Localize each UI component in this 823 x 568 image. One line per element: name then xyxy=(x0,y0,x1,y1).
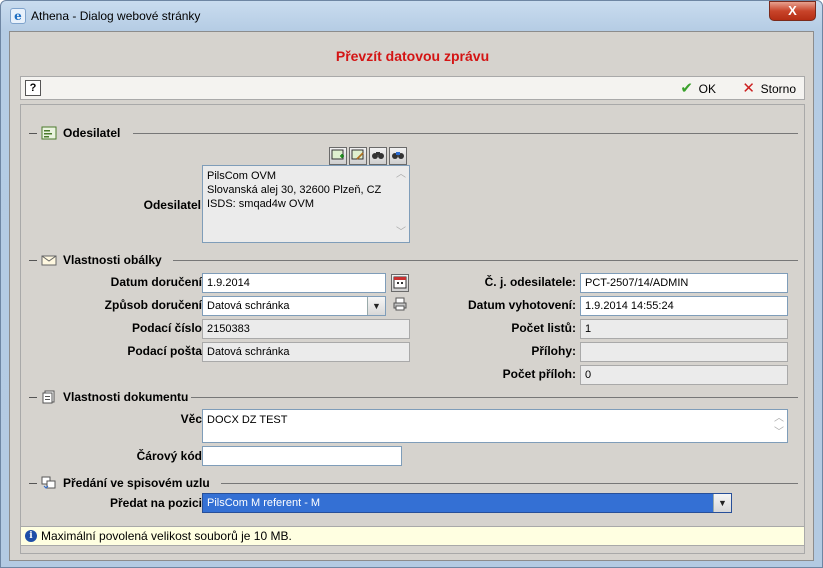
form-panel: Odesilatel Odesilatel: PilsCom OVM Slova… xyxy=(20,104,805,554)
podaci-posta-label: Podací pošta: xyxy=(127,344,206,358)
section-dokument: Vlastnosti dokumentu xyxy=(29,389,188,405)
section-predani: Předání ve spisovém uzlu xyxy=(29,475,210,491)
envelope-icon xyxy=(41,255,57,266)
dialog-window: e Athena - Dialog webové stránky X Převz… xyxy=(0,0,823,568)
vec-label: Věc: xyxy=(180,412,206,426)
zpusob-doruceni-label: Způsob doručení: xyxy=(104,298,206,312)
section-odesilatel-heading: Odesilatel xyxy=(63,126,121,140)
predat-select[interactable]: PilsCom M referent - M ▼ xyxy=(202,493,732,513)
section-obalka-heading: Vlastnosti obálky xyxy=(63,253,162,267)
title-bar[interactable]: e Athena - Dialog webové stránky X xyxy=(1,1,822,31)
sender-icon xyxy=(41,126,57,140)
page-title: Převzít datovou zprávu xyxy=(335,48,490,64)
section-dokument-heading: Vlastnosti dokumentu xyxy=(63,390,189,404)
toolbar: ? ✔ OK ✕ Storno xyxy=(20,76,805,100)
cj-odesilatele-input[interactable]: PCT-2507/14/ADMIN xyxy=(580,273,788,293)
vec-textarea[interactable]: DOCX DZ TEST ︿ ﹀ xyxy=(202,409,788,443)
info-icon: i xyxy=(25,530,37,542)
section-divider xyxy=(191,397,798,398)
pocet-listu-field[interactable]: 1 xyxy=(580,319,788,339)
prilohy-label: Přílohy: xyxy=(531,344,576,358)
predat-value: PilsCom M referent - M xyxy=(207,497,321,509)
window-title: Athena - Dialog webové stránky xyxy=(31,9,201,23)
info-bar: i Maximální povolená velikost souborů je… xyxy=(20,526,805,546)
chevron-down-icon[interactable]: ▼ xyxy=(367,297,385,315)
browser-icon: e xyxy=(10,8,26,24)
prilohy-field[interactable] xyxy=(580,342,788,362)
textarea-scrollbar[interactable]: ︿ ﹀ xyxy=(395,168,407,240)
check-icon: ✔ xyxy=(680,80,693,97)
calendar-button[interactable] xyxy=(391,274,409,292)
add-sender-button[interactable] xyxy=(329,147,347,165)
textarea-scrollbar[interactable]: ︿ ﹀ xyxy=(773,412,785,440)
datum-vyhotoveni-label: Datum vyhotovení: xyxy=(467,298,576,312)
dialog-client: Převzít datovou zprávu ? ✔ OK ✕ Storno Ode… xyxy=(9,31,814,561)
zpusob-doruceni-select[interactable]: Datová schránka ▼ xyxy=(202,296,386,316)
print-icon[interactable] xyxy=(391,297,409,315)
sender-line: PilsCom OVM xyxy=(207,170,277,182)
datum-doruceni-input[interactable]: 1.9.2014 xyxy=(202,273,386,293)
podaci-posta-field[interactable]: Datová schránka xyxy=(202,342,410,362)
ok-label: OK xyxy=(698,82,716,96)
help-icon[interactable]: ? xyxy=(25,80,41,96)
carovy-kod-label: Čárový kód: xyxy=(136,449,206,463)
storno-label: Storno xyxy=(760,82,796,96)
cross-icon: ✕ xyxy=(742,80,755,97)
section-divider xyxy=(133,133,798,134)
carovy-kod-input[interactable] xyxy=(202,446,402,466)
sender-label: Odesilatel: xyxy=(143,198,205,212)
section-divider xyxy=(221,483,798,484)
sender-line: ISDS: smqad4w OVM xyxy=(207,198,314,210)
vec-value: DOCX DZ TEST xyxy=(207,414,288,426)
pocet-priloh-label: Počet příloh: xyxy=(502,367,576,381)
datum-vyhotoveni-input[interactable]: 1.9.2014 14:55:24 xyxy=(580,296,788,316)
predat-label: Předat na pozici: xyxy=(109,496,206,510)
datum-doruceni-label: Datum doručení: xyxy=(110,275,206,289)
cj-odesilatele-label: Č. j. odesilatele: xyxy=(484,275,576,289)
sender-textarea[interactable]: PilsCom OVM Slovanská alej 30, 32600 Plz… xyxy=(202,165,410,243)
ok-button[interactable]: ✔ OK xyxy=(679,80,716,98)
info-text: Maximální povolená velikost souborů je 1… xyxy=(41,529,292,543)
podaci-cislo-field[interactable]: 2150383 xyxy=(202,319,410,339)
handover-icon xyxy=(41,476,56,489)
pocet-priloh-field[interactable]: 0 xyxy=(580,365,788,385)
edit-sender-button[interactable] xyxy=(349,147,367,165)
window-close-button[interactable]: X xyxy=(769,1,816,21)
storno-button[interactable]: ✕ Storno xyxy=(741,80,796,98)
search-sender-button[interactable] xyxy=(389,147,407,165)
pocet-listu-label: Počet listů: xyxy=(511,321,576,335)
section-divider xyxy=(173,260,798,261)
podaci-cislo-label: Podací číslo: xyxy=(131,321,206,335)
chevron-down-icon[interactable]: ▼ xyxy=(713,494,731,512)
document-icon xyxy=(42,390,55,404)
section-predani-heading: Předání ve spisovém uzlu xyxy=(63,476,210,490)
sender-line: Slovanská alej 30, 32600 Plzeň, CZ xyxy=(207,184,382,196)
section-obalka: Vlastnosti obálky xyxy=(29,252,162,268)
find-sender-button[interactable] xyxy=(369,147,387,165)
zpusob-doruceni-value: Datová schránka xyxy=(207,300,290,312)
section-odesilatel: Odesilatel xyxy=(29,125,120,141)
